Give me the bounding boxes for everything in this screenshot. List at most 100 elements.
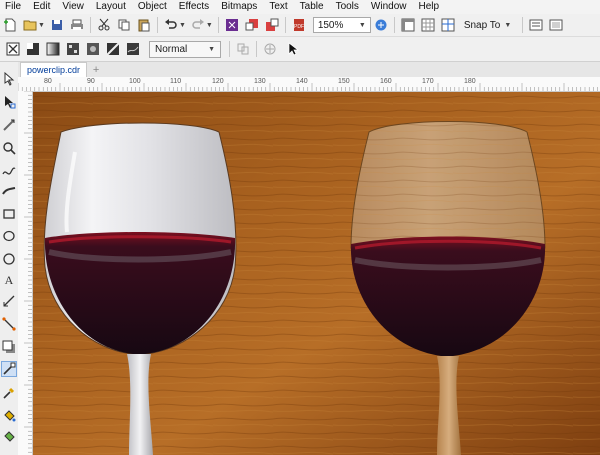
chevron-down-icon[interactable]: ▼ [359, 22, 366, 29]
horizontal-ruler[interactable]: 80 90 100 110 120 130 140 150 160 170 18… [18, 77, 600, 92]
drop-shadow-tool[interactable] [2, 340, 16, 354]
open-button[interactable] [21, 16, 39, 34]
smart-fill-icon [4, 431, 15, 442]
menu-edit[interactable]: Edit [27, 0, 56, 14]
new-document-button[interactable] [1, 16, 19, 34]
canvas-artwork [33, 92, 600, 455]
chevron-down-icon[interactable]: ▼ [208, 46, 215, 53]
interactive-fill-tool[interactable] [2, 408, 16, 422]
options-button[interactable] [527, 16, 545, 34]
show-grid-button[interactable] [419, 16, 437, 34]
fountain-transparency-button[interactable] [44, 40, 62, 58]
texture-icon [127, 43, 139, 55]
open-dropdown-caret[interactable]: ▼ [38, 22, 45, 29]
undo-dropdown-caret[interactable]: ▼ [179, 22, 186, 29]
brush-stroke-icon [2, 187, 16, 195]
ellipse-icon [3, 230, 15, 242]
copy-transparency-button[interactable] [234, 40, 252, 58]
print-button[interactable] [68, 16, 86, 34]
full-screen-preview-button[interactable] [372, 16, 390, 34]
menu-table[interactable]: Table [294, 0, 330, 14]
rectangle-tool[interactable] [2, 207, 16, 221]
freeze-transparency-button[interactable] [261, 40, 279, 58]
menu-tools[interactable]: Tools [330, 0, 365, 14]
menu-text[interactable]: Text [263, 0, 293, 14]
uniform-transparency-button[interactable] [24, 40, 42, 58]
pdf-icon: PDF [293, 19, 304, 31]
ellipse-tool[interactable] [2, 229, 16, 243]
redo-dropdown-caret[interactable]: ▼ [206, 22, 213, 29]
rectangle-icon [3, 209, 15, 219]
transparency-tool-icon [3, 362, 16, 375]
zoom-tool[interactable] [2, 141, 16, 155]
menu-effects[interactable]: Effects [173, 0, 215, 14]
vertical-ruler-ticks [24, 91, 32, 453]
bitmap-pattern-transparency-button[interactable] [84, 40, 102, 58]
undo-button[interactable] [162, 16, 180, 34]
menu-file[interactable]: File [0, 0, 27, 14]
pick-tool[interactable] [2, 71, 16, 86]
menu-bitmaps[interactable]: Bitmaps [215, 0, 263, 14]
cut-button[interactable] [95, 16, 113, 34]
polygon-icon [3, 253, 15, 265]
color-eyedropper-tool[interactable] [2, 386, 16, 400]
texture-transparency-button[interactable] [124, 40, 142, 58]
ruler-label: 100 [129, 78, 141, 85]
menu-layout[interactable]: Layout [90, 0, 132, 14]
export-button[interactable] [263, 16, 281, 34]
chevron-down-icon[interactable]: ▼ [504, 22, 511, 29]
search-content-button[interactable] [223, 16, 241, 34]
guidelines-icon [441, 18, 455, 32]
paste-button[interactable] [135, 16, 153, 34]
freehand-tool[interactable] [2, 164, 16, 178]
show-rulers-button[interactable] [399, 16, 417, 34]
knife-icon [3, 119, 15, 131]
import-button[interactable] [243, 16, 261, 34]
shape-tool-icon [5, 96, 16, 109]
save-button[interactable] [48, 16, 66, 34]
launcher-icon [549, 19, 563, 31]
undo-icon [164, 19, 177, 29]
vertical-ruler[interactable] [18, 91, 33, 455]
copy-button[interactable] [115, 16, 133, 34]
application-launcher-button[interactable] [547, 16, 565, 34]
polygon-tool[interactable] [2, 252, 16, 266]
ruler-label: 90 [87, 78, 95, 85]
ruler-label: 120 [212, 78, 224, 85]
shape-tool[interactable] [2, 95, 16, 109]
magnifier-icon [3, 142, 16, 155]
two-color-pattern-transparency-button[interactable] [104, 40, 122, 58]
zoom-level-combo[interactable]: 150% ▼ [312, 17, 371, 33]
drawing-canvas[interactable] [33, 92, 600, 455]
transparency-tool[interactable] [1, 361, 17, 377]
separator [156, 17, 158, 33]
menu-bar: File Edit View Layout Object Effects Bit… [0, 0, 600, 14]
grid-icon [421, 18, 435, 32]
add-document-tab-icon[interactable]: + [89, 63, 103, 77]
show-guidelines-button[interactable] [439, 16, 457, 34]
smart-fill-tool[interactable] [2, 429, 16, 443]
parallel-dimension-tool[interactable] [2, 294, 16, 308]
vector-pattern-transparency-button[interactable] [64, 40, 82, 58]
menu-object[interactable]: Object [132, 0, 173, 14]
menu-window[interactable]: Window [365, 0, 413, 14]
new-document-icon [4, 18, 16, 32]
no-transparency-icon [6, 42, 20, 56]
text-tool-icon: A [5, 273, 14, 287]
merge-mode-value: Normal [155, 43, 188, 55]
separator [89, 17, 91, 33]
redo-button[interactable] [189, 16, 207, 34]
folder-icon [23, 20, 37, 31]
merge-mode-select[interactable]: Normal ▼ [149, 40, 221, 58]
menu-help[interactable]: Help [413, 0, 446, 14]
separator [284, 17, 286, 33]
document-tab[interactable]: powerclip.cdr [20, 62, 88, 77]
snap-to-dropdown[interactable]: Snap To ▼ [460, 16, 517, 34]
text-tool[interactable]: A [2, 272, 16, 287]
no-transparency-button[interactable] [4, 40, 22, 58]
crop-tool[interactable] [2, 118, 16, 132]
artistic-media-tool[interactable] [2, 184, 16, 198]
menu-view[interactable]: View [56, 0, 90, 14]
connector-tool[interactable] [2, 317, 16, 331]
publish-pdf-button[interactable]: PDF [290, 16, 308, 34]
